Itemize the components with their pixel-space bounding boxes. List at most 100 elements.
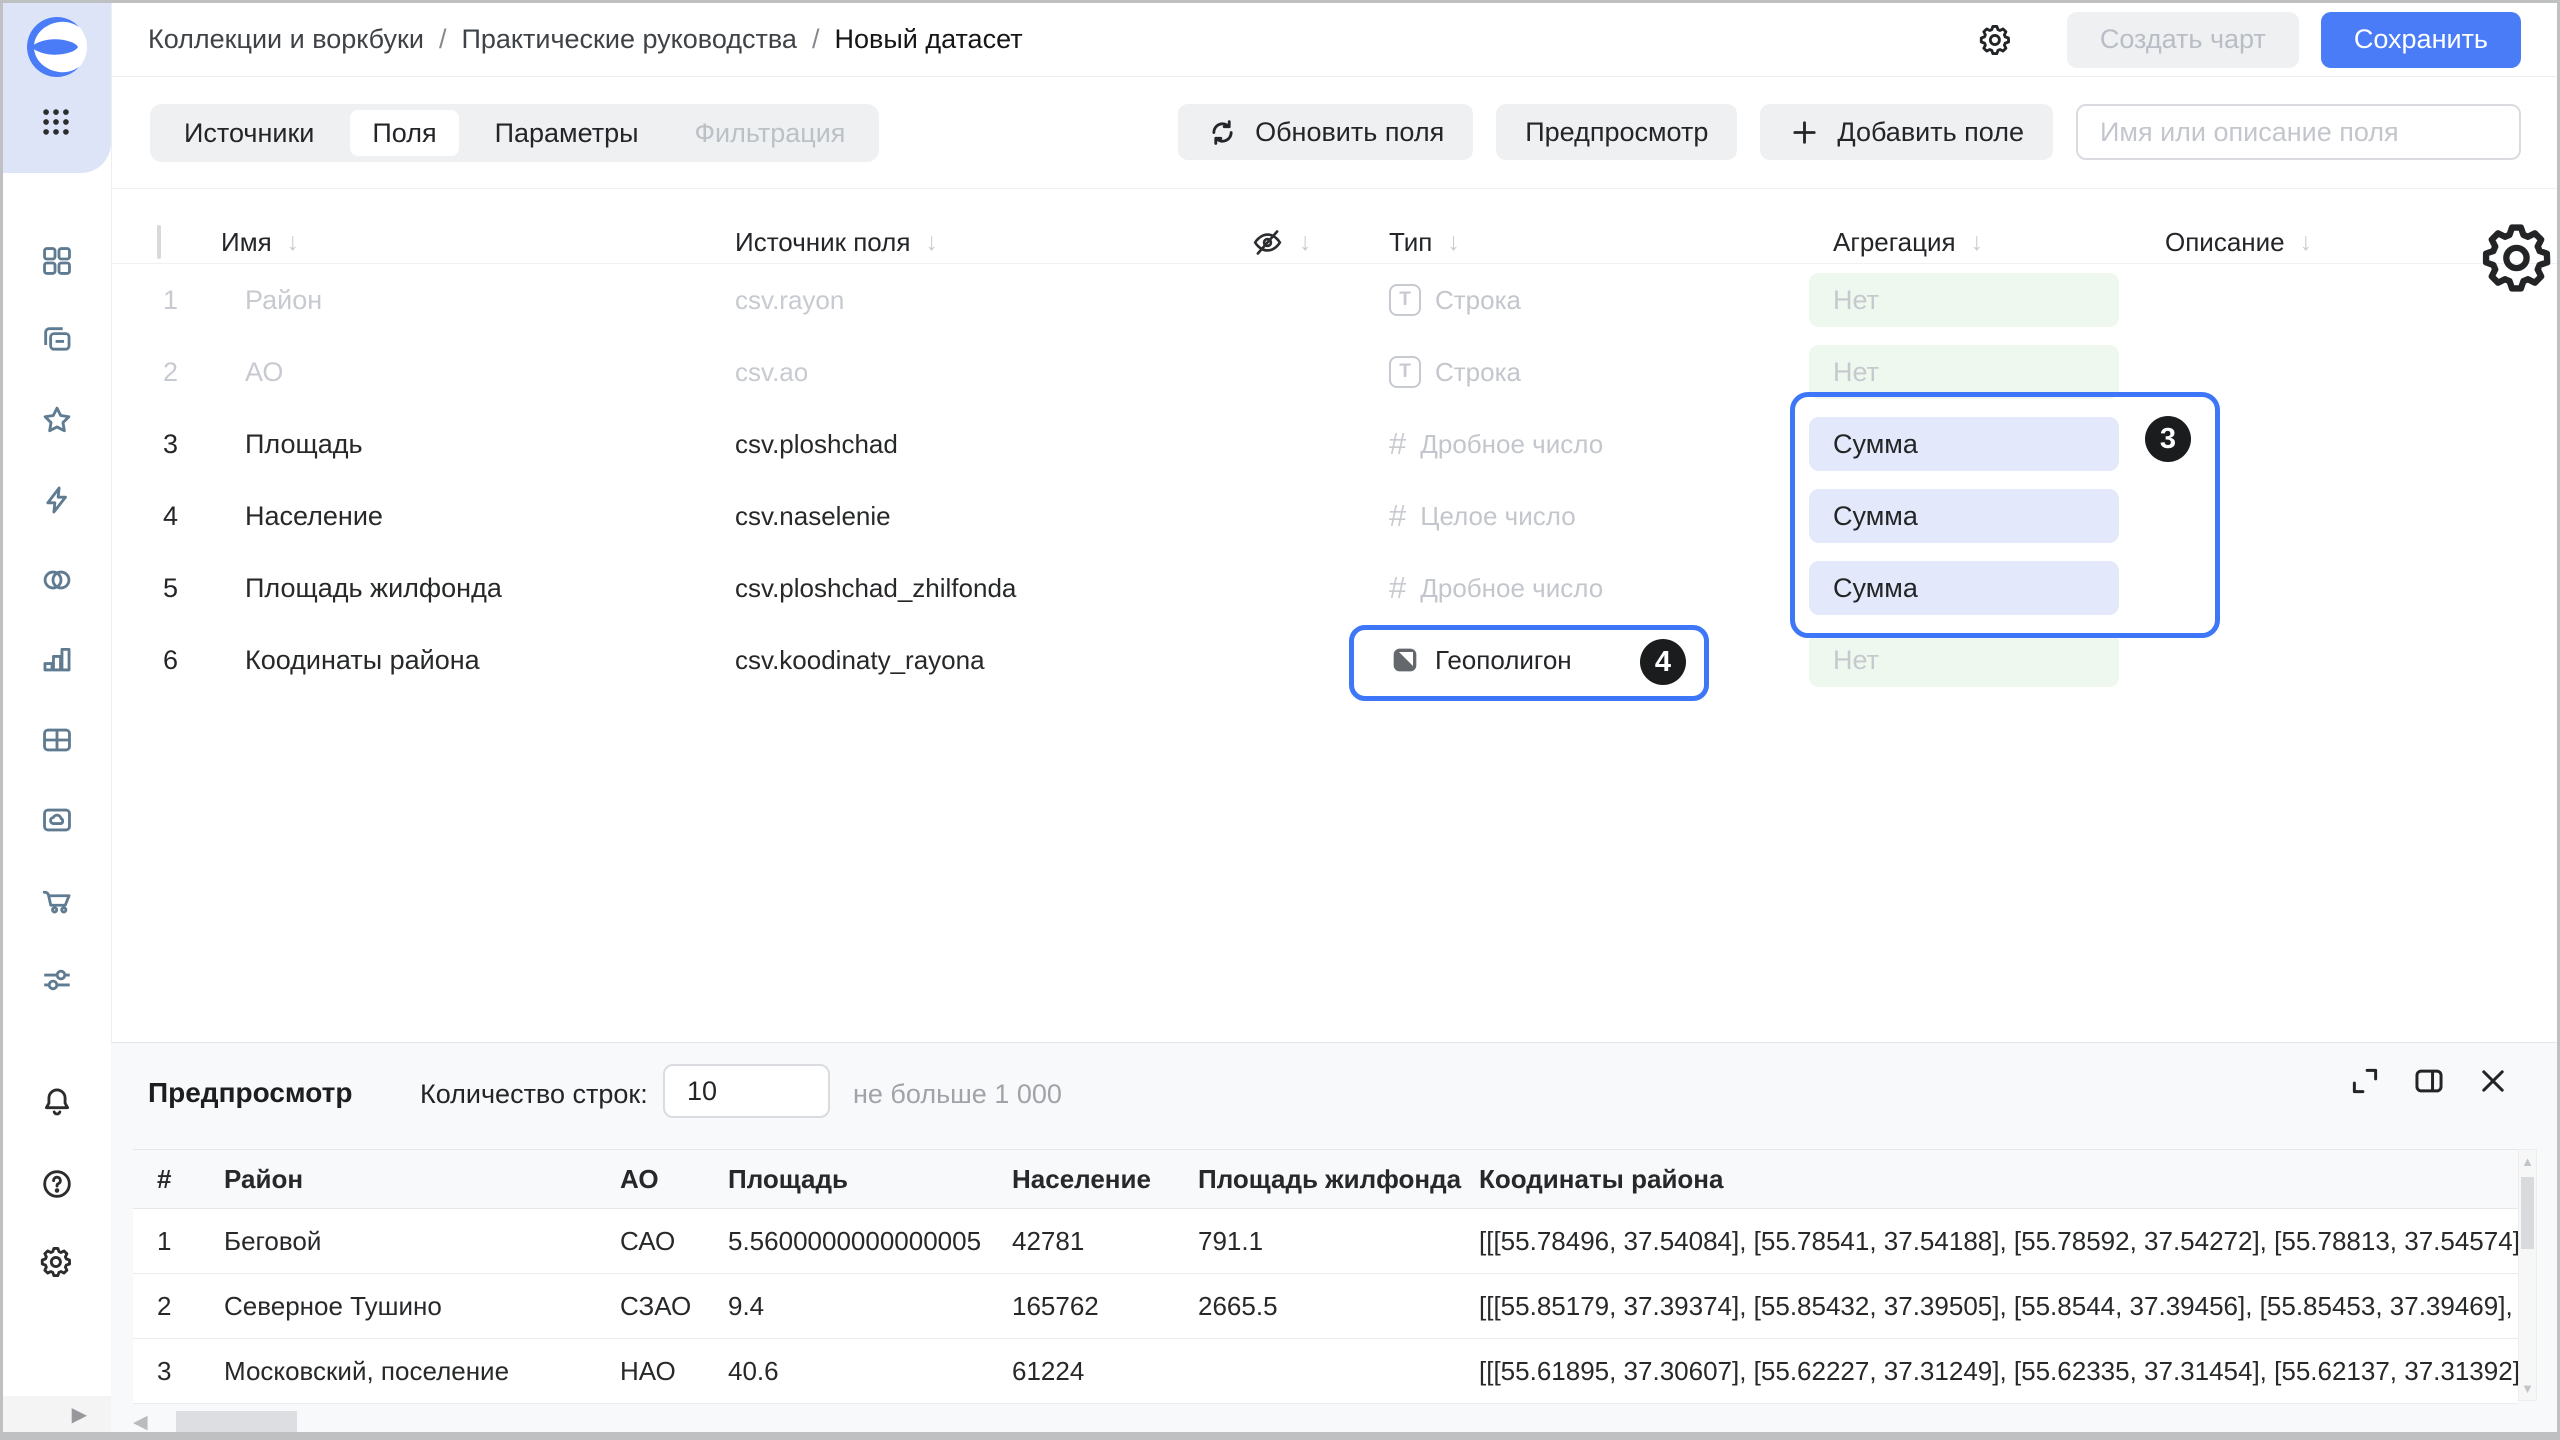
- column-header-description[interactable]: Описание: [2151, 227, 2481, 258]
- field-row: 4 Население csv.naselenie # Целое число …: [111, 480, 2557, 552]
- field-row: 2 АО csv.ao T Строка Нет: [111, 336, 2557, 408]
- preview-toggle-button[interactable]: Предпросмотр: [1496, 104, 1737, 160]
- field-type-select[interactable]: # Дробное число: [1381, 570, 1791, 606]
- topbar: Коллекции и воркбуки / Практические руко…: [111, 3, 2557, 77]
- field-name: Население: [221, 501, 721, 532]
- number-type-icon: #: [1389, 426, 1406, 462]
- field-name: Район: [221, 285, 721, 316]
- sidebar: [3, 3, 112, 1432]
- field-source: csv.rayon: [721, 285, 1251, 316]
- field-index: 4: [155, 501, 221, 532]
- notifications-bell-icon[interactable]: [40, 1085, 74, 1119]
- aggregation-select[interactable]: Сумма: [1809, 489, 2119, 543]
- tab-parameters[interactable]: Параметры: [467, 104, 667, 162]
- preview-row: 3 Московский, поселение НАО 40.6 61224 […: [133, 1339, 2518, 1404]
- field-type-select[interactable]: T Строка: [1381, 284, 1791, 316]
- field-name: Площадь жилфонда: [221, 573, 721, 604]
- sidebar-item-linked-data[interactable]: [40, 563, 74, 597]
- field-source: csv.ploshchad: [721, 429, 1251, 460]
- close-preview-icon[interactable]: [2475, 1063, 2511, 1099]
- sidebar-item-storage[interactable]: [40, 803, 74, 837]
- sidebar-item-dashboards[interactable]: [40, 244, 74, 278]
- refresh-icon: [1207, 117, 1238, 148]
- field-type-select[interactable]: T Строка: [1381, 356, 1791, 388]
- column-header-name[interactable]: Имя: [221, 227, 721, 258]
- preview-toggle-label: Предпросмотр: [1525, 117, 1708, 148]
- vertical-scrollbar-thumb[interactable]: [2521, 1177, 2534, 1249]
- preview-row: 2 Северное Тушино СЗАО 9.4 165762 2665.5…: [133, 1274, 2518, 1339]
- aggregation-select[interactable]: Сумма: [1809, 561, 2119, 615]
- row-count-label: Количество строк:: [420, 1079, 648, 1110]
- row-count-hint: не больше 1 000: [853, 1079, 1062, 1110]
- vertical-scrollbar[interactable]: [2518, 1149, 2537, 1401]
- sidebar-item-collections[interactable]: [40, 323, 74, 357]
- sidebar-item-charts[interactable]: [40, 643, 74, 677]
- save-button[interactable]: Сохранить: [2321, 12, 2521, 68]
- sidebar-item-connections[interactable]: [40, 483, 74, 517]
- horizontal-scrollbar[interactable]: [133, 1410, 297, 1434]
- tab-sources[interactable]: Источники: [156, 104, 342, 162]
- field-name: Площадь: [221, 429, 721, 460]
- field-index: 6: [155, 645, 221, 676]
- tab-fields[interactable]: Поля: [350, 110, 458, 156]
- preview-col-rayon: Район: [224, 1164, 620, 1195]
- breadcrumb-current: Новый датасет: [834, 24, 1022, 55]
- breadcrumb-separator: /: [439, 24, 447, 55]
- refresh-fields-button[interactable]: Обновить поля: [1178, 104, 1473, 160]
- aggregation-select[interactable]: Нет: [1809, 633, 2119, 687]
- annotation-badge-geopolygon: 4: [1640, 639, 1686, 685]
- horizontal-scrollbar-thumb[interactable]: [176, 1411, 297, 1433]
- column-header-aggregation[interactable]: Агрегация: [1791, 227, 2151, 258]
- preview-col-ao: АО: [620, 1164, 728, 1195]
- field-type-select[interactable]: # Дробное число: [1381, 426, 1791, 462]
- aggregation-select[interactable]: Сумма: [1809, 417, 2119, 471]
- panel-layout-icon[interactable]: [2411, 1063, 2447, 1099]
- breadcrumb-link-collections[interactable]: Коллекции и воркбуки: [148, 24, 424, 55]
- preview-col-zhilfond: Площадь жилфонда: [1198, 1164, 1479, 1195]
- settings-gear-icon[interactable]: [40, 1245, 74, 1279]
- help-icon[interactable]: [40, 1167, 74, 1201]
- dataset-settings-gear-icon[interactable]: [1977, 21, 2015, 59]
- column-header-source[interactable]: Источник поля: [721, 227, 1251, 258]
- add-field-button[interactable]: Добавить поле: [1760, 104, 2053, 160]
- field-name: АО: [221, 357, 721, 388]
- preview-table: # Район АО Площадь Население Площадь жил…: [133, 1149, 2518, 1404]
- datalens-logo-icon[interactable]: [25, 15, 89, 79]
- row-count-input[interactable]: [663, 1064, 830, 1118]
- field-type-select[interactable]: Геополигон: [1381, 644, 1791, 676]
- sidebar-item-tables[interactable]: [40, 723, 74, 757]
- add-field-label: Добавить поле: [1837, 117, 2024, 148]
- preview-actions: [2347, 1063, 2511, 1099]
- aggregation-select[interactable]: Нет: [1809, 345, 2119, 399]
- create-chart-button[interactable]: Создать чарт: [2067, 12, 2299, 68]
- column-header-type[interactable]: Тип: [1381, 227, 1791, 258]
- fields-table-header: Имя Источник поля Тип Агрегация Описание: [111, 188, 2557, 264]
- select-all-checkbox[interactable]: [157, 225, 161, 259]
- field-index: 1: [155, 285, 221, 316]
- sidebar-item-services[interactable]: [40, 963, 74, 997]
- preview-col-naselenie: Население: [1012, 1164, 1198, 1195]
- sidebar-item-marketplace[interactable]: [40, 883, 74, 917]
- field-type-select[interactable]: # Целое число: [1381, 498, 1791, 534]
- breadcrumb-link-workbook[interactable]: Практические руководства: [461, 24, 796, 55]
- column-header-visibility[interactable]: [1251, 226, 1381, 259]
- apps-grid-icon[interactable]: [39, 105, 73, 139]
- field-row: 5 Площадь жилфонда csv.ploshchad_zhilfon…: [111, 552, 2557, 624]
- string-type-icon: T: [1389, 356, 1421, 388]
- expand-preview-icon[interactable]: [2347, 1063, 2383, 1099]
- geopolygon-type-icon: [1389, 644, 1421, 676]
- columns-settings-gear-icon[interactable]: [2481, 220, 2557, 296]
- preview-col-ploshchad: Площадь: [728, 1164, 1012, 1195]
- field-source: csv.ploshchad_zhilfonda: [721, 573, 1251, 604]
- string-type-icon: T: [1389, 284, 1421, 316]
- sidebar-item-favorites[interactable]: [40, 403, 74, 437]
- aggregation-select[interactable]: Нет: [1809, 273, 2119, 327]
- datalens-dataset-window: Коллекции и воркбуки / Практические руко…: [0, 0, 2560, 1440]
- eye-off-icon: [1251, 226, 1284, 259]
- field-source: csv.koodinaty_rayona: [721, 645, 1251, 676]
- sidebar-collapse-button[interactable]: [3, 1396, 111, 1432]
- field-search-input[interactable]: [2076, 104, 2521, 160]
- field-index: 5: [155, 573, 221, 604]
- number-type-icon: #: [1389, 570, 1406, 606]
- preview-table-header: # Район АО Площадь Население Площадь жил…: [133, 1149, 2518, 1209]
